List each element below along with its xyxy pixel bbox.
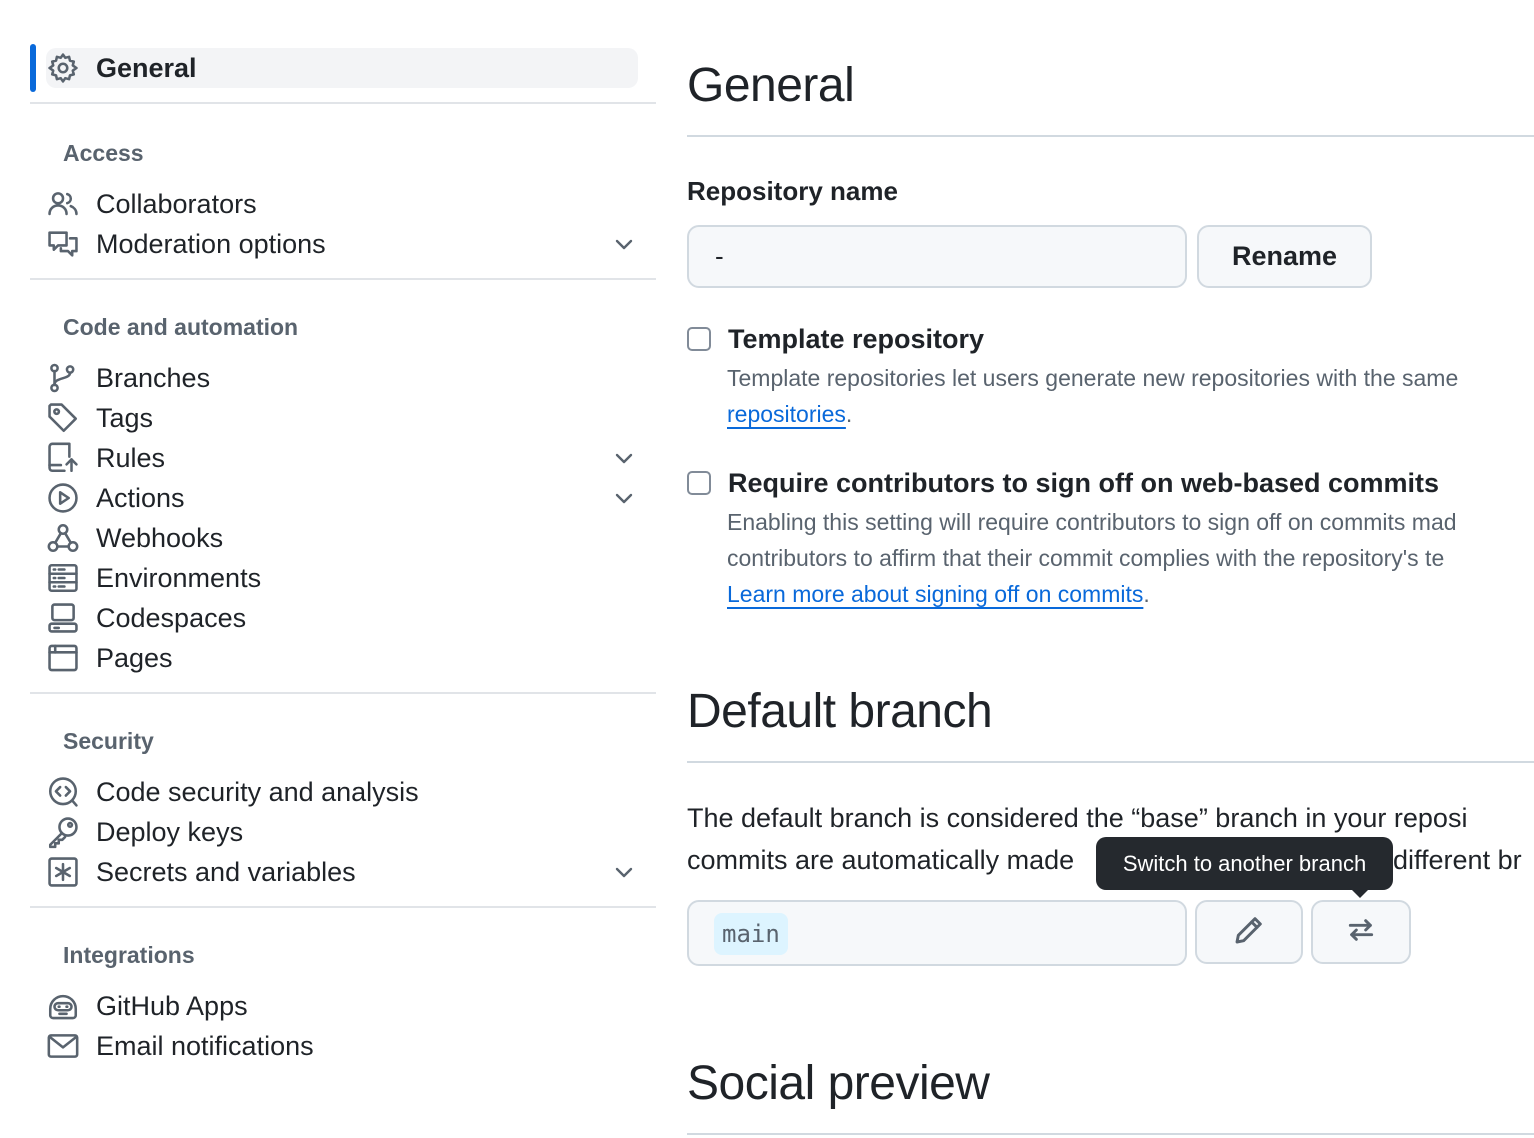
sidebar-item-label: Environments bbox=[96, 562, 262, 593]
sidebar-item-label: Secrets and variables bbox=[96, 856, 356, 887]
template-repositories-link[interactable]: repositories bbox=[727, 401, 846, 427]
tooltip-arrow bbox=[1350, 888, 1370, 898]
template-repository-desc-line2: repositories. bbox=[727, 401, 853, 427]
settings-main: General Repository name - Rename Templat… bbox=[687, 0, 1534, 1138]
social-preview-heading: Social preview bbox=[687, 1057, 990, 1110]
sidebar-item-label: Code security and analysis bbox=[96, 776, 419, 807]
key-asterisk-icon bbox=[46, 855, 80, 889]
template-repository-checkbox[interactable] bbox=[687, 327, 711, 351]
repository-name-input[interactable]: - bbox=[687, 225, 1187, 288]
chevron-down-icon[interactable] bbox=[612, 232, 636, 256]
signoff-desc-line3: Learn more about signing off on commits. bbox=[727, 581, 1150, 607]
sidebar-divider bbox=[30, 906, 656, 908]
settings-page: General Access Collaborators Moderation … bbox=[0, 0, 1534, 1138]
sidebar-item-rules[interactable]: Rules bbox=[30, 438, 656, 478]
sidebar-item-moderation-options[interactable]: Moderation options bbox=[30, 224, 656, 264]
signoff-title: Require contributors to sign off on web-… bbox=[728, 468, 1440, 498]
chevron-down-icon[interactable] bbox=[612, 446, 636, 470]
signoff-description-line1: Enabling this setting will require contr… bbox=[727, 509, 1457, 535]
pencil-icon bbox=[1233, 914, 1265, 951]
default-branch-field: main bbox=[687, 900, 1187, 966]
sidebar-item-deploy-keys[interactable]: Deploy keys bbox=[30, 812, 656, 852]
sidebar-item-label: General bbox=[96, 52, 197, 83]
settings-sidebar: General Access Collaborators Moderation … bbox=[30, 44, 656, 1066]
sidebar-item-label: Rules bbox=[96, 442, 166, 473]
sidebar-divider bbox=[30, 692, 656, 694]
branch-name-chip: main bbox=[714, 913, 788, 955]
chevron-down-icon[interactable] bbox=[612, 860, 636, 884]
sidebar-item-pages[interactable]: Pages bbox=[30, 638, 656, 678]
chevron-down-icon[interactable] bbox=[612, 486, 636, 510]
section-divider bbox=[687, 135, 1534, 137]
switch-branch-tooltip: Switch to another branch bbox=[1096, 837, 1393, 890]
switch-branch-button[interactable] bbox=[1311, 900, 1411, 964]
sidebar-item-github-apps[interactable]: GitHub Apps bbox=[30, 986, 656, 1026]
comment-discussion-icon bbox=[46, 227, 80, 261]
browser-icon bbox=[46, 641, 80, 675]
rename-button[interactable]: Rename bbox=[1197, 225, 1372, 288]
section-divider bbox=[687, 761, 1534, 763]
default-branch-description-line2-start: commits are automatically made bbox=[687, 845, 1075, 875]
hubot-icon bbox=[46, 989, 80, 1023]
group-heading-security: Security bbox=[63, 727, 154, 754]
arrow-switch-icon bbox=[1345, 914, 1377, 951]
sidebar-item-label: Pages bbox=[96, 642, 173, 673]
sidebar-item-label: Email notifications bbox=[96, 1030, 314, 1061]
repo-push-icon bbox=[46, 441, 80, 475]
tag-icon bbox=[46, 401, 80, 435]
sidebar-item-label: Collaborators bbox=[96, 188, 257, 219]
default-branch-description-line1: The default branch is considered the “ba… bbox=[687, 803, 1468, 833]
sidebar-item-actions[interactable]: Actions bbox=[30, 478, 656, 518]
repository-name-value: - bbox=[715, 241, 724, 271]
sidebar-item-codespaces[interactable]: Codespaces bbox=[30, 598, 656, 638]
signoff-checkbox[interactable] bbox=[687, 471, 711, 495]
sidebar-item-tags[interactable]: Tags bbox=[30, 398, 656, 438]
sidebar-item-environments[interactable]: Environments bbox=[30, 558, 656, 598]
sidebar-item-label: GitHub Apps bbox=[96, 990, 248, 1021]
sidebar-item-label: Codespaces bbox=[96, 602, 247, 633]
group-heading-code-and-automation: Code and automation bbox=[63, 313, 299, 340]
section-divider bbox=[687, 1133, 1534, 1135]
sidebar-divider bbox=[30, 102, 656, 104]
server-icon bbox=[46, 561, 80, 595]
sidebar-item-webhooks[interactable]: Webhooks bbox=[30, 518, 656, 558]
sidebar-item-collaborators[interactable]: Collaborators bbox=[30, 184, 656, 224]
page-title: General bbox=[687, 59, 855, 112]
repository-name-label: Repository name bbox=[687, 176, 898, 206]
codescan-icon bbox=[46, 775, 80, 809]
sidebar-item-label: Branches bbox=[96, 362, 211, 393]
sidebar-item-label: Webhooks bbox=[96, 522, 224, 553]
people-icon bbox=[46, 187, 80, 221]
signoff-description-line2: contributors to affirm that their commit… bbox=[727, 545, 1445, 571]
sidebar-item-label: Moderation options bbox=[96, 228, 326, 259]
webhook-icon bbox=[46, 521, 80, 555]
sidebar-item-general[interactable]: General bbox=[30, 44, 656, 92]
sidebar-divider bbox=[30, 278, 656, 280]
mail-icon bbox=[46, 1029, 80, 1063]
group-heading-access: Access bbox=[63, 139, 144, 166]
gear-icon bbox=[46, 51, 80, 85]
group-heading-integrations: Integrations bbox=[63, 941, 195, 968]
template-repository-title: Template repository bbox=[728, 324, 985, 354]
default-branch-description-line2-end: different br bbox=[1393, 845, 1522, 875]
sidebar-item-code-security[interactable]: Code security and analysis bbox=[30, 772, 656, 812]
sidebar-item-secrets-and-variables[interactable]: Secrets and variables bbox=[30, 852, 656, 892]
rename-branch-button[interactable] bbox=[1195, 900, 1303, 964]
sidebar-item-label: Actions bbox=[96, 482, 185, 513]
sidebar-item-label: Tags bbox=[96, 402, 154, 433]
template-repository-description: Template repositories let users generate… bbox=[727, 365, 1459, 391]
play-icon bbox=[46, 481, 80, 515]
signoff-learn-more-link[interactable]: Learn more about signing off on commits bbox=[727, 581, 1143, 607]
codespaces-icon bbox=[46, 601, 80, 635]
sidebar-item-label: Deploy keys bbox=[96, 816, 244, 847]
key-icon bbox=[46, 815, 80, 849]
git-branch-icon bbox=[46, 361, 80, 395]
sidebar-item-email-notifications[interactable]: Email notifications bbox=[30, 1026, 656, 1066]
sidebar-item-branches[interactable]: Branches bbox=[30, 358, 656, 398]
default-branch-heading: Default branch bbox=[687, 685, 993, 738]
